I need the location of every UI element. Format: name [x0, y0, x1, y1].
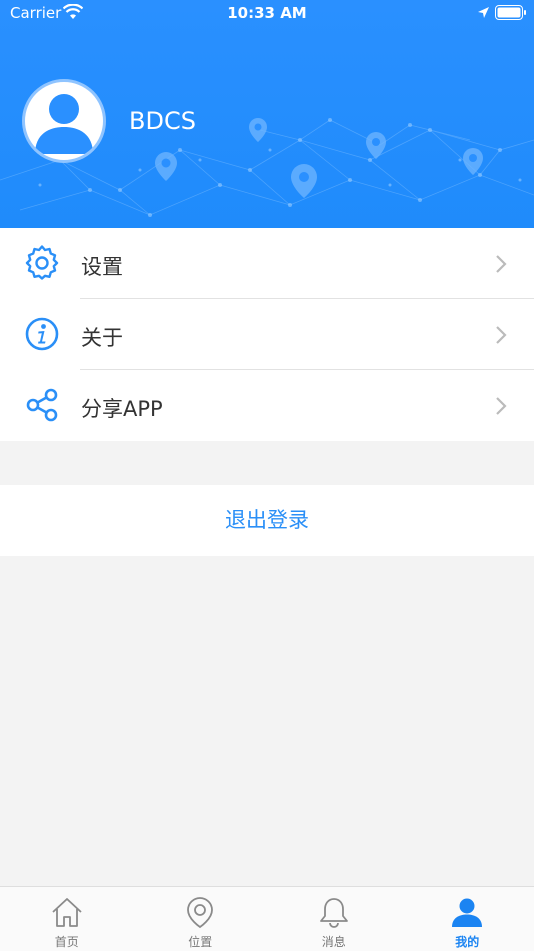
battery-icon: [495, 5, 527, 20]
logout-button[interactable]: 退出登录: [0, 485, 534, 556]
tab-label: 我的: [401, 933, 534, 950]
settings-menu: 设置 关于 分享APP: [0, 228, 534, 441]
location-pin-icon: [183, 895, 217, 929]
tab-location[interactable]: 位置: [134, 887, 268, 951]
chevron-right-icon: [494, 325, 508, 345]
menu-item-label: 分享APP: [81, 393, 163, 423]
status-bar: Carrier 10:33 AM: [0, 0, 534, 28]
menu-item-about[interactable]: 关于: [0, 299, 534, 370]
menu-item-share[interactable]: 分享APP: [0, 370, 534, 441]
tab-home[interactable]: 首页: [0, 887, 134, 951]
home-icon: [50, 895, 84, 929]
tab-bar: 首页 位置 消息 我的: [0, 886, 534, 951]
user-avatar-icon: [25, 82, 103, 160]
share-icon: [24, 387, 60, 423]
tab-messages[interactable]: 消息: [267, 887, 401, 951]
info-icon: [24, 316, 60, 352]
tab-label: 位置: [134, 933, 268, 950]
avatar[interactable]: [22, 79, 106, 163]
profile-header: Carrier 10:33 AM BDCS: [0, 0, 534, 228]
username-label: BDCS: [129, 107, 196, 135]
menu-item-label: 设置: [81, 251, 123, 281]
chevron-right-icon: [494, 396, 508, 416]
tab-label: 消息: [267, 933, 401, 950]
menu-item-settings[interactable]: 设置: [0, 228, 534, 299]
gear-icon: [24, 245, 60, 281]
chevron-right-icon: [494, 254, 508, 274]
tab-label: 首页: [0, 933, 134, 950]
location-arrow-icon: [477, 6, 490, 19]
bell-icon: [317, 895, 351, 929]
status-time: 10:33 AM: [0, 4, 534, 22]
tab-mine[interactable]: 我的: [401, 887, 534, 951]
user-icon: [450, 895, 484, 929]
menu-item-label: 关于: [81, 322, 123, 352]
